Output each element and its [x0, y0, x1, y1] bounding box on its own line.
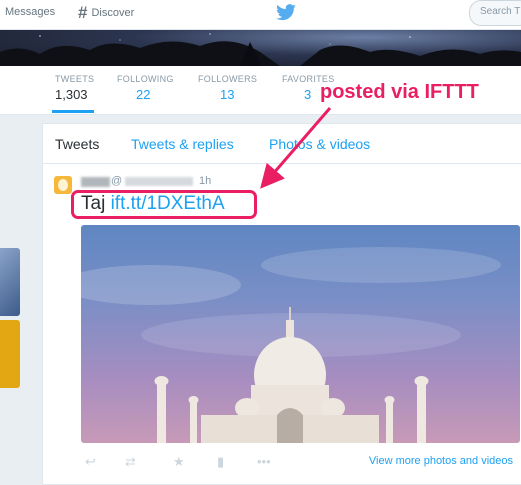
annotation-label: posted via IFTTT: [320, 81, 479, 103]
stat-following[interactable]: FOLLOWING 22: [117, 74, 174, 102]
tweet-timestamp[interactable]: 1h: [199, 175, 211, 187]
annotation-highlight-box: [71, 190, 257, 219]
twitter-bird-icon[interactable]: [275, 4, 297, 22]
sidebar-thumbnail[interactable]: [0, 248, 20, 316]
search-placeholder: Search T: [480, 6, 521, 17]
more-icon[interactable]: •••: [257, 454, 271, 469]
timeline-tabs: Tweets Tweets & replies Photos & videos: [43, 124, 521, 164]
user-name-redacted: [81, 177, 110, 187]
profile-banner-image: [0, 30, 521, 66]
timeline-panel: Tweets Tweets & replies Photos & videos …: [42, 123, 521, 485]
reply-icon[interactable]: ↩: [85, 454, 96, 470]
nav-discover-label: Discover: [91, 6, 135, 19]
tweet-actions: ↩ ⇄ ★ ▮ ••• View more photos and videos: [81, 454, 521, 472]
hashtag-icon: #: [78, 3, 88, 22]
stat-label: FOLLOWING: [117, 74, 174, 84]
tweet-item[interactable]: @ 1h Taj ift.tt/1DXEthA ↩ ⇄ ★ ▮ ••• View…: [43, 164, 521, 484]
retweet-icon[interactable]: ⇄: [125, 454, 136, 470]
avatar[interactable]: [54, 176, 72, 194]
tweet-photo[interactable]: [81, 225, 520, 443]
sidebar-thumbnail[interactable]: [0, 320, 20, 388]
user-handle-redacted: [125, 177, 193, 186]
tab-tweets[interactable]: Tweets: [55, 136, 99, 152]
nav-discover[interactable]: # Discover: [78, 4, 134, 21]
top-navigation-bar: Messages # Discover Search T: [0, 0, 521, 30]
stat-followers[interactable]: FOLLOWERS 13: [198, 74, 257, 102]
stat-label: TWEETS: [55, 74, 95, 84]
analytics-icon[interactable]: ▮: [217, 454, 224, 470]
view-more-photos-link[interactable]: View more photos and videos: [369, 455, 513, 467]
active-stat-underline: [52, 110, 94, 113]
favorite-icon[interactable]: ★: [173, 454, 185, 470]
tab-photos-videos[interactable]: Photos & videos: [269, 136, 370, 152]
user-handle-prefix: @: [111, 175, 123, 187]
stat-value: 13: [220, 87, 235, 102]
tab-tweets-replies[interactable]: Tweets & replies: [131, 136, 234, 152]
stat-value: 22: [136, 87, 151, 102]
stat-value: 1,303: [55, 87, 88, 102]
stat-tweets[interactable]: TWEETS 1,303: [55, 74, 94, 102]
nav-messages[interactable]: Messages: [5, 6, 55, 18]
search-input[interactable]: Search T: [469, 0, 521, 26]
stat-label: FOLLOWERS: [198, 74, 258, 84]
